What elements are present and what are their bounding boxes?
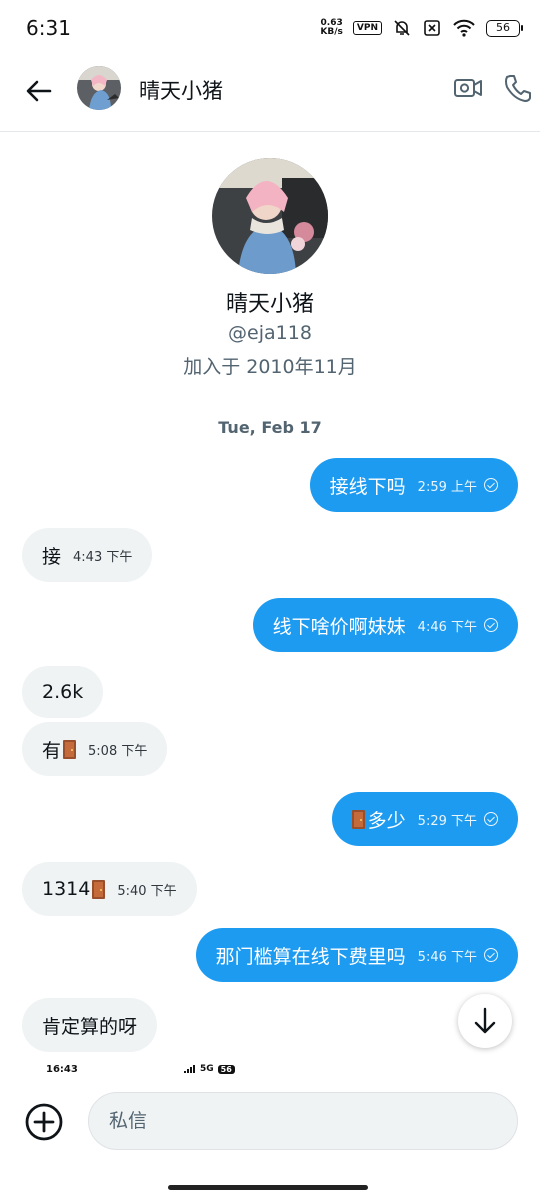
message-bubble[interactable]: 有 5:08 下午 — [22, 722, 168, 776]
message-text: 2.6k — [42, 681, 84, 703]
message-time: 5:46 下午 — [417, 949, 477, 965]
embedded-battery: 56 — [217, 1064, 235, 1074]
profile-joined-date: 加入于 2010年11月 — [183, 356, 357, 378]
battery-icon: 56 — [486, 19, 523, 37]
embedded-status-icons: 5G 56 — [184, 1064, 235, 1074]
embedded-network: 5G — [200, 1064, 214, 1074]
video-call-icon[interactable] — [452, 72, 484, 104]
message-composer — [0, 1086, 540, 1162]
message-time: 2:59 上午 — [417, 479, 477, 495]
message-bubble[interactable]: 那门槛算在线下费里吗 5:46 下午 — [195, 928, 518, 982]
contact-avatar[interactable] — [77, 66, 121, 110]
message-text: 有 — [42, 739, 62, 762]
embedded-status-strip: 16:43 5G 56 — [0, 1062, 540, 1080]
read-check-icon — [484, 618, 498, 632]
message-text: 线下啥价啊妹妹 — [272, 615, 406, 638]
message-bubble[interactable]: 接线下吗 2:59 上午 — [309, 458, 518, 512]
status-bar: 6:31 0.63 KB/s VPN 56 — [0, 0, 540, 56]
message-time: 5:08 下午 — [88, 743, 148, 759]
message-text: 那门槛算在线下费里吗 — [215, 945, 406, 968]
profile-name: 晴天小猪 — [225, 292, 314, 317]
read-check-icon — [484, 478, 498, 492]
message-time: 5:40 下午 — [117, 883, 177, 899]
message-bubble[interactable]: 线下啥价啊妹妹 4:46 下午 — [252, 598, 518, 652]
back-arrow-icon[interactable] — [22, 74, 56, 108]
door-emoji-icon — [92, 879, 106, 899]
no-sim-icon — [424, 20, 440, 36]
message-bubble[interactable]: 多少 5:29 下午 — [331, 792, 518, 846]
home-indicator[interactable] — [168, 1185, 368, 1190]
embedded-time: 16:43 — [46, 1064, 78, 1075]
wifi-icon — [453, 19, 475, 37]
phone-call-icon[interactable] — [502, 72, 532, 104]
message-bubble[interactable]: 2.6k — [22, 666, 104, 718]
door-emoji-icon — [351, 809, 365, 829]
message-time: 4:43 下午 — [73, 549, 133, 565]
profile-handle: @eja118 — [228, 322, 312, 344]
scroll-to-bottom-button[interactable] — [458, 994, 512, 1048]
read-check-icon — [484, 948, 498, 962]
message-text: 接线下吗 — [329, 475, 406, 498]
mute-bell-icon — [394, 20, 410, 36]
message-text: 接 — [42, 545, 62, 568]
direct-message-input[interactable] — [88, 1092, 518, 1150]
add-media-icon[interactable] — [24, 1102, 64, 1142]
conversation-header: 晴天小猪 — [0, 56, 540, 132]
profile-avatar[interactable] — [212, 158, 328, 274]
status-time: 6:31 — [26, 16, 71, 40]
message-bubble[interactable]: 1314 5:40 下午 — [22, 862, 197, 916]
door-emoji-icon — [63, 739, 77, 759]
message-time: 4:46 下午 — [417, 619, 477, 635]
message-text: 肯定算的呀 — [42, 1015, 138, 1038]
date-separator: Tue, Feb 17 — [218, 418, 322, 437]
read-check-icon — [484, 812, 498, 826]
message-text: 1314 — [42, 878, 91, 900]
message-text: 多少 — [367, 809, 406, 832]
contact-name[interactable]: 晴天小猪 — [139, 75, 223, 105]
message-bubble[interactable]: 肯定算的呀 — [22, 998, 158, 1052]
arrow-down-icon — [474, 1007, 496, 1034]
status-icons: 0.63 KB/s VPN 56 — [320, 18, 523, 38]
message-time: 5:29 下午 — [417, 813, 477, 829]
vpn-icon: VPN — [352, 21, 382, 35]
message-bubble[interactable]: 接 4:43 下午 — [22, 528, 153, 582]
network-speed: 0.63 KB/s — [320, 18, 343, 37]
signal-icon — [184, 1065, 195, 1073]
